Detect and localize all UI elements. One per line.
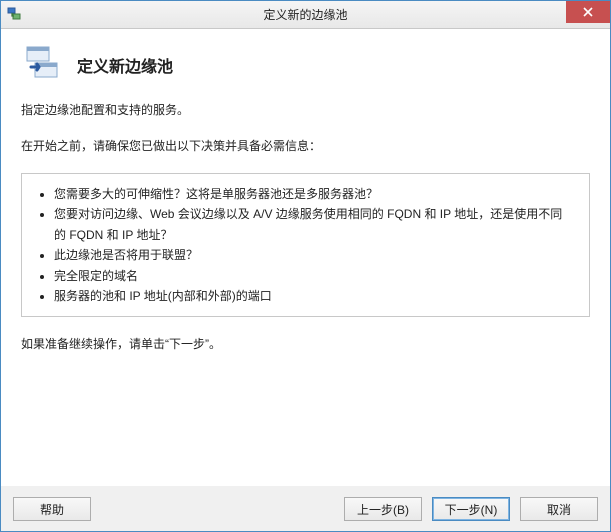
footer: 帮助 上一步(B) 下一步(N) 取消 (1, 486, 610, 531)
next-button[interactable]: 下一步(N) (432, 497, 510, 521)
cancel-button[interactable]: 取消 (520, 497, 598, 521)
titlebar: 定义新的边缘池 (1, 1, 610, 29)
proceed-paragraph: 如果准备继续操作，请单击“下一步”。 (21, 335, 590, 353)
app-icon (7, 7, 23, 23)
list-item: 完全限定的域名 (54, 266, 573, 286)
window-title: 定义新的边缘池 (1, 6, 610, 23)
list-item: 服务器的池和 IP 地址(内部和外部)的端口 (54, 286, 573, 306)
intro-paragraph: 指定边缘池配置和支持的服务。 (21, 101, 590, 119)
checklist-box: 您需要多大的可伸缩性？这将是单服务器池还是多服务器池？ 您要对访问边缘、Web … (21, 173, 590, 317)
close-button[interactable] (566, 1, 610, 23)
list-item: 您需要多大的可伸缩性？这将是单服务器池还是多服务器池？ (54, 184, 573, 204)
page-heading: 定义新边缘池 (77, 53, 173, 77)
back-button[interactable]: 上一步(B) (344, 497, 422, 521)
body: 指定边缘池配置和支持的服务。 在开始之前，请确保您已做出以下决策并具备必需信息：… (1, 101, 610, 486)
checklist: 您需要多大的可伸缩性？这将是单服务器池还是多服务器池？ 您要对访问边缘、Web … (30, 184, 573, 306)
page-header: 定义新边缘池 (1, 29, 610, 101)
wizard-icon (23, 45, 63, 85)
client-area: 定义新边缘池 指定边缘池配置和支持的服务。 在开始之前，请确保您已做出以下决策并… (1, 29, 610, 531)
help-button[interactable]: 帮助 (13, 497, 91, 521)
list-item: 此边缘池是否将用于联盟？ (54, 245, 573, 265)
list-item: 您要对访问边缘、Web 会议边缘以及 A/V 边缘服务使用相同的 FQDN 和 … (54, 204, 573, 245)
prereq-paragraph: 在开始之前，请确保您已做出以下决策并具备必需信息： (21, 137, 590, 155)
